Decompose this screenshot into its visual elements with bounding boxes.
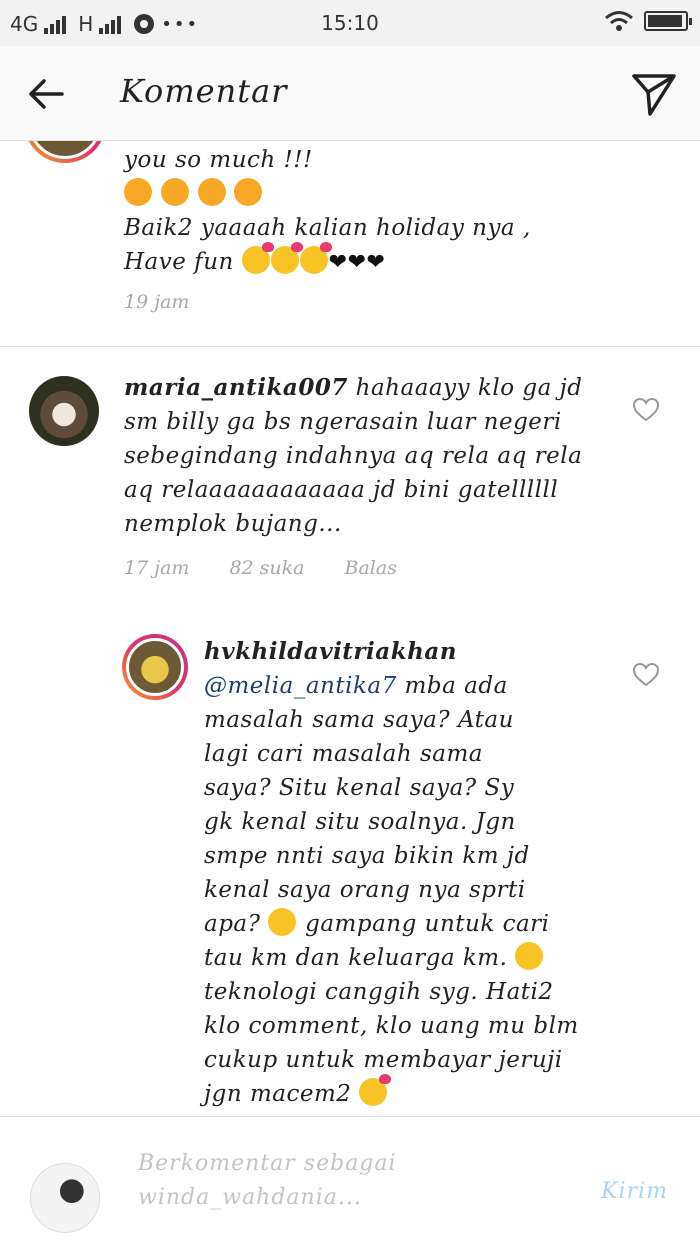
comment-username[interactable]: maria_antika007 (124, 374, 348, 401)
comments-list[interactable]: you so much !!! Baik2 yaaaah kalian holi… (0, 141, 700, 1116)
send-icon[interactable] (630, 70, 678, 118)
comment-time: 17 jam (124, 557, 190, 579)
like-count[interactable]: 82 suka (229, 557, 304, 579)
crying-laugh-emoji (234, 178, 263, 206)
comment-text-line: sebegindang indahnya aq rela aq rela (124, 443, 583, 469)
comment-text-line: gampang untuk cari (305, 911, 550, 937)
comment-text-line: nemplok bujang... (124, 511, 342, 537)
comment-text-line: cukup untuk membayar jeruji (204, 1047, 563, 1073)
comment-text-line: gk kenal situ soalnya. Jgn (204, 809, 516, 835)
divider (0, 346, 700, 347)
smile-emoji (515, 942, 544, 970)
kiss-emoji (241, 242, 274, 274)
black-hearts-icon: ❤❤❤ (328, 250, 386, 275)
comment-text-line: Baik2 yaaaah kalian holiday nya , (124, 215, 531, 241)
back-arrow-icon[interactable] (26, 74, 66, 114)
comment-text-line: Have fun (124, 249, 234, 275)
heart-outline-icon[interactable] (632, 396, 660, 424)
reply-button[interactable]: Balas (345, 557, 397, 579)
comment-text-line: smpe nnti saya bikin km jd (204, 843, 530, 869)
comment-username[interactable]: hvkhildavitriakhan (204, 635, 624, 669)
comment-text-line: apa? (204, 911, 261, 937)
avatar[interactable] (122, 634, 188, 700)
comment-text-line: mba ada (404, 673, 508, 699)
comment-text-line: hahaaayy klo ga jd (355, 375, 583, 401)
crying-laugh-emoji (124, 178, 152, 206)
smile-emoji (268, 908, 297, 936)
crying-laugh-emoji (197, 178, 226, 206)
comment-text-line: aq relaaaaaaaaaaaa jd bini gatellllll (124, 477, 559, 503)
current-user-avatar (30, 1163, 100, 1233)
avatar[interactable] (29, 376, 99, 446)
status-bar: 4G H ••• 15:10 (0, 0, 700, 46)
clock: 15:10 (321, 11, 379, 35)
comment-text-line: saya? Situ kenal saya? Sy (204, 775, 515, 801)
comment-text-line: sm billy ga bs ngerasain luar negeri (124, 409, 562, 435)
heart-outline-icon[interactable] (632, 661, 660, 689)
crying-laugh-emoji (160, 178, 189, 206)
kiss-emoji (299, 242, 332, 274)
comment-input[interactable]: Berkomentar sebagai winda_wahdania... (138, 1147, 538, 1215)
top-bar: Komentar (0, 46, 700, 141)
kiss-emoji (359, 1074, 392, 1106)
wifi-icon (605, 11, 633, 31)
mention-link[interactable]: @melia_antika7 (204, 673, 397, 699)
comment-composer: Berkomentar sebagai winda_wahdania... Ki… (0, 1116, 700, 1245)
kiss-emoji (270, 242, 303, 274)
battery-icon (644, 11, 692, 31)
comment-time: 19 jam (124, 291, 190, 313)
comment-text-line: jgn macem2 (204, 1081, 352, 1107)
comment-text-line: masalah sama saya? Atau (204, 707, 514, 733)
emoji-row (124, 177, 664, 211)
comment-text-line: tau km dan keluarga km. (204, 945, 508, 971)
comment-text-line: lagi cari masalah sama (204, 741, 483, 767)
comment-text-line: you so much !!! (124, 147, 313, 173)
comment-text-line: kenal saya orang nya sprti (204, 877, 526, 903)
avatar[interactable] (24, 141, 106, 163)
page-title: Komentar (120, 72, 288, 110)
comment-text-line: teknologi canggih syg. Hati2 (204, 979, 554, 1005)
comment-text-line: klo comment, klo uang mu blm (204, 1013, 579, 1039)
send-comment-button[interactable]: Kirim (601, 1179, 668, 1204)
